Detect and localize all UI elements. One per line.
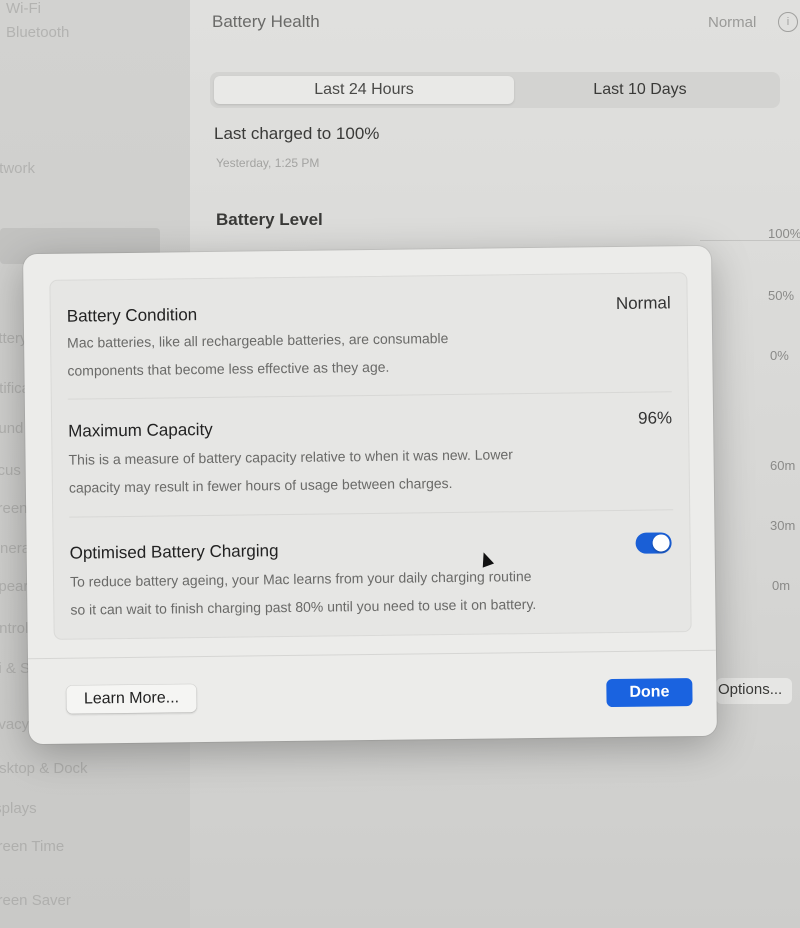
tab-last-24-hours[interactable]: Last 24 Hours	[214, 76, 514, 104]
axis-label-0m: 0m	[772, 578, 791, 593]
sidebar-item[interactable]: Screen Time	[0, 838, 64, 855]
optimised-charging-title: Optimised Battery Charging	[69, 541, 279, 563]
battery-health-sheet: Battery Condition Normal Mac batteries, …	[23, 245, 717, 745]
optimised-charging-row: Optimised Battery Charging To reduce bat…	[53, 510, 690, 638]
battery-condition-value: Normal	[615, 293, 671, 313]
tab-last-10-days[interactable]: Last 10 Days	[520, 76, 760, 104]
optimised-charging-desc-line2: so it can wait to finish charging past 8…	[70, 595, 537, 618]
battery-health-status: Normal	[708, 14, 757, 31]
battery-health-title: Battery Health	[212, 12, 320, 31]
battery-level-heading: Battery Level	[216, 210, 323, 229]
axis-label-30m: 30m	[770, 518, 796, 533]
toggle-knob	[652, 534, 670, 552]
sidebar-item[interactable]: Focus	[0, 462, 21, 479]
maximum-capacity-value: 96%	[637, 408, 673, 428]
maximum-capacity-title: Maximum Capacity	[68, 419, 213, 441]
learn-more-button[interactable]: Learn More...	[66, 684, 197, 714]
axis-label-60m: 60m	[770, 458, 796, 473]
options-button[interactable]: Options...	[716, 678, 792, 704]
sidebar-item[interactable]: Wi-Fi	[6, 0, 41, 17]
axis-label-100: 100%	[768, 226, 800, 241]
info-icon[interactable]: i	[778, 12, 798, 32]
battery-info-card: Battery Condition Normal Mac batteries, …	[49, 272, 692, 640]
sidebar-item[interactable]: Network	[0, 160, 35, 177]
sidebar-item[interactable]: Desktop & Dock	[0, 760, 88, 777]
sheet-footer-divider	[27, 649, 716, 660]
battery-condition-desc-line2: components that become less effective as…	[67, 358, 390, 379]
sidebar-item[interactable]: Bluetooth	[6, 24, 69, 41]
axis-label-50: 50%	[768, 288, 795, 303]
sidebar-item[interactable]: Sound	[0, 420, 23, 437]
axis-label-0: 0%	[770, 348, 789, 363]
battery-condition-title: Battery Condition	[66, 305, 198, 326]
done-button[interactable]: Done	[606, 678, 693, 708]
last-charged-label: Last charged to 100%	[214, 124, 380, 143]
maximum-capacity-desc-line2: capacity may result in fewer hours of us…	[68, 474, 453, 496]
maximum-capacity-row: Maximum Capacity 96% This is a measure o…	[52, 392, 689, 512]
optimised-charging-toggle[interactable]	[635, 532, 672, 554]
last-charged-time: Yesterday, 1:25 PM	[216, 156, 320, 170]
sidebar-item[interactable]: Screen Saver	[0, 892, 71, 909]
sidebar-item[interactable]: Displays	[0, 800, 37, 817]
battery-condition-row: Battery Condition Normal Mac batteries, …	[50, 273, 687, 399]
